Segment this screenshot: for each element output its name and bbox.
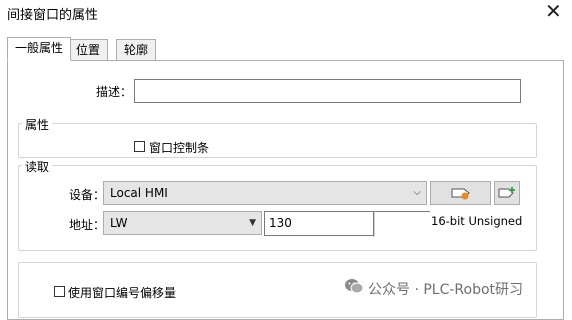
- title-bar: 间接窗口的属性 ✕: [0, 0, 572, 24]
- tag-settings-icon: [451, 188, 470, 200]
- chevron-down-icon: ⌵: [413, 187, 421, 198]
- read-group: [18, 165, 537, 251]
- address-label: 地址：: [69, 218, 106, 232]
- dropdown-arrow-icon: ▼: [249, 218, 256, 228]
- tab-general[interactable]: 一般属性: [7, 37, 72, 61]
- description-input[interactable]: [134, 79, 521, 103]
- data-format-label: 16-bit Unsigned: [431, 214, 523, 228]
- tag-settings-button[interactable]: [430, 181, 491, 205]
- address-value-input[interactable]: 130: [264, 211, 374, 236]
- device-label: 设备：: [69, 188, 106, 202]
- window-control-bar-checkbox[interactable]: [134, 141, 145, 152]
- device-select[interactable]: Local HMI ⌵: [103, 181, 427, 205]
- tab-position[interactable]: 位置: [68, 39, 109, 61]
- address-type-select[interactable]: LW ▼: [103, 211, 262, 235]
- tab-outline[interactable]: 轮廓: [116, 39, 157, 61]
- properties-group: [18, 123, 537, 158]
- device-select-value: Local HMI: [110, 186, 168, 200]
- address-type-value: LW: [110, 216, 128, 230]
- description-label: 描述：: [96, 85, 133, 99]
- use-offset-checkbox[interactable]: [54, 286, 65, 297]
- tag-add-button[interactable]: [494, 181, 520, 205]
- tag-add-icon: [498, 187, 515, 198]
- address-extra-field: [374, 211, 430, 237]
- window-control-bar-label: 窗口控制条: [149, 141, 210, 155]
- properties-group-title: 属性: [22, 116, 53, 133]
- watermark-text: 公众号 · PLC-Robot研习: [368, 282, 524, 298]
- window-title: 间接窗口的属性: [7, 8, 99, 23]
- close-icon[interactable]: ✕: [545, 0, 562, 23]
- read-group-title: 读取: [22, 158, 53, 175]
- wechat-logo-icon: [344, 277, 364, 297]
- use-offset-label: 使用窗口编号偏移量: [68, 286, 177, 300]
